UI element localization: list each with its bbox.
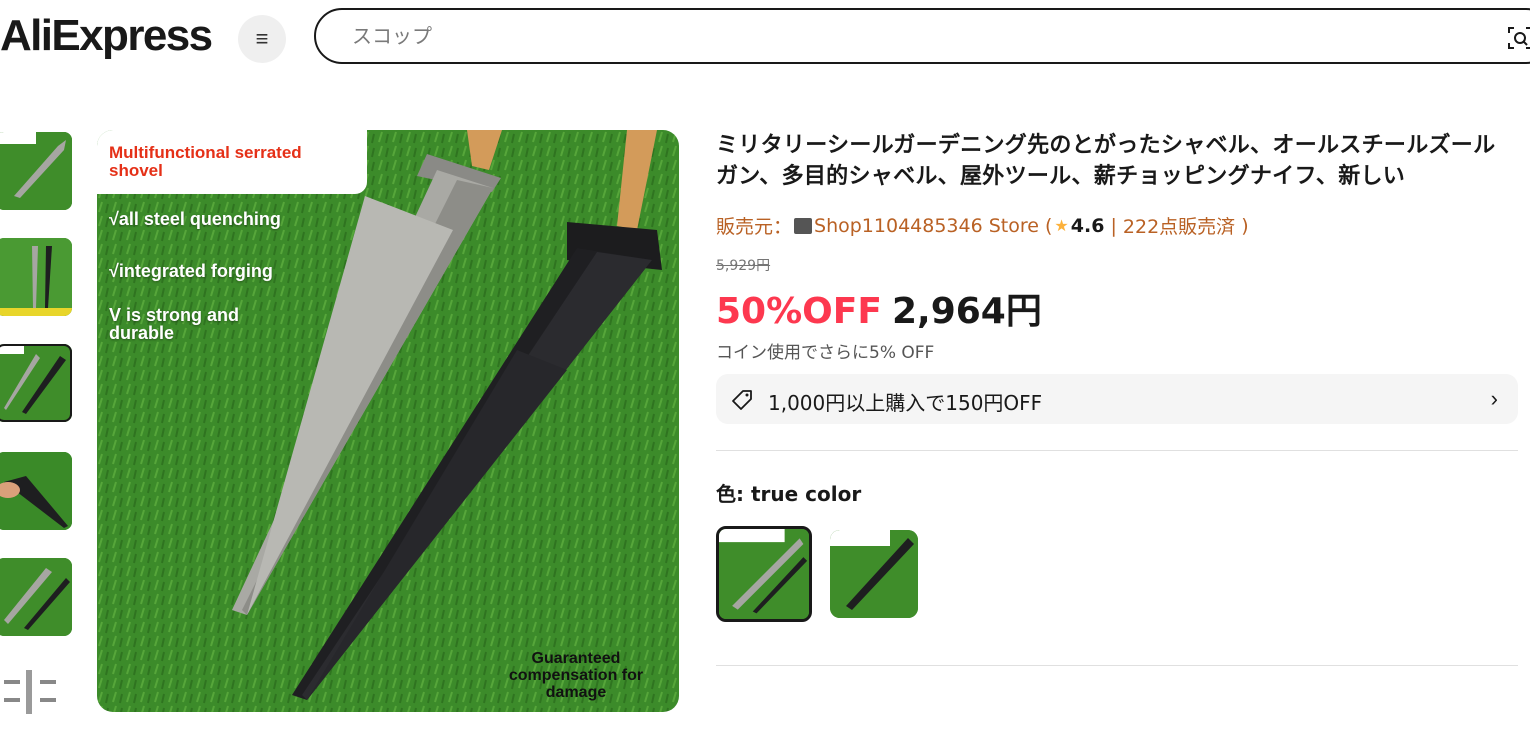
current-price: 2,964円: [891, 291, 1042, 332]
seller-prefix: 販売元：: [716, 216, 793, 238]
paren-close: ): [1235, 214, 1249, 237]
chevron-right-icon: ›: [1490, 386, 1498, 411]
thumbnail-2[interactable]: [0, 238, 72, 316]
thumbnail-6[interactable]: [0, 664, 72, 714]
seller-info[interactable]: 販売元： Shop1104485346 Store ( ★ 4.6 | 222点…: [716, 212, 1249, 239]
separator: |: [1104, 214, 1123, 237]
coupon-banner[interactable]: 1,000円以上購入で150円OFF ›: [716, 374, 1518, 424]
image-feature-2: √integrated forging: [109, 261, 273, 281]
star-icon: ★: [1054, 216, 1069, 235]
color-swatch-black[interactable]: [830, 530, 918, 618]
color-label: 色: true color: [716, 482, 862, 506]
color-swatch-true-color[interactable]: [716, 526, 812, 622]
image-label-box: Multifunctional serrated shovel: [97, 130, 367, 194]
original-price: 5,929円: [716, 258, 771, 274]
image-feature-3: V is strong and durable: [109, 305, 240, 343]
sold-count: 222点販売済: [1122, 216, 1236, 238]
menu-button[interactable]: ≡: [238, 15, 286, 63]
header: AliExpress ≡: [0, 0, 1530, 80]
thumbnail-list: [0, 130, 76, 714]
store-name[interactable]: Shop1104485346 Store: [814, 215, 1039, 237]
thumbnail-4[interactable]: [0, 452, 72, 530]
thumbnail-3[interactable]: [0, 344, 72, 422]
image-label-title: Multifunctional serrated shovel: [109, 143, 302, 180]
coupon-tag-icon: [732, 390, 752, 410]
aliexpress-logo[interactable]: AliExpress: [0, 12, 213, 60]
coin-discount-note: コイン使用でさらに5% OFF: [716, 343, 935, 363]
divider-bottom: [716, 665, 1518, 666]
camera-search-icon[interactable]: [1506, 24, 1530, 52]
thumbnail-1[interactable]: [0, 132, 72, 210]
coupon-text: 1,000円以上購入で150円OFF: [768, 391, 1043, 415]
search-bar[interactable]: [314, 8, 1530, 64]
discount-badge: 50%OFF: [716, 291, 882, 332]
thumbnail-5[interactable]: [0, 558, 72, 636]
store-rating: 4.6: [1070, 214, 1105, 237]
image-feature-1: √all steel quenching: [109, 209, 281, 229]
paren-open: (: [1038, 214, 1053, 237]
divider: [716, 450, 1518, 451]
product-title: ミリタリーシールガーデニング先のとがったシャベル、オールスチールズールガン、多目…: [716, 133, 1496, 189]
price-row: 50%OFF 2,964円: [716, 282, 1042, 334]
hamburger-menu-icon: ≡: [255, 26, 269, 51]
search-input[interactable]: [352, 22, 1452, 50]
main-product-image[interactable]: Multifunctional serrated shovel √all ste…: [97, 130, 679, 712]
image-bottom-text: Guaranteed compensation for damage: [508, 650, 644, 701]
store-icon: [794, 217, 813, 234]
